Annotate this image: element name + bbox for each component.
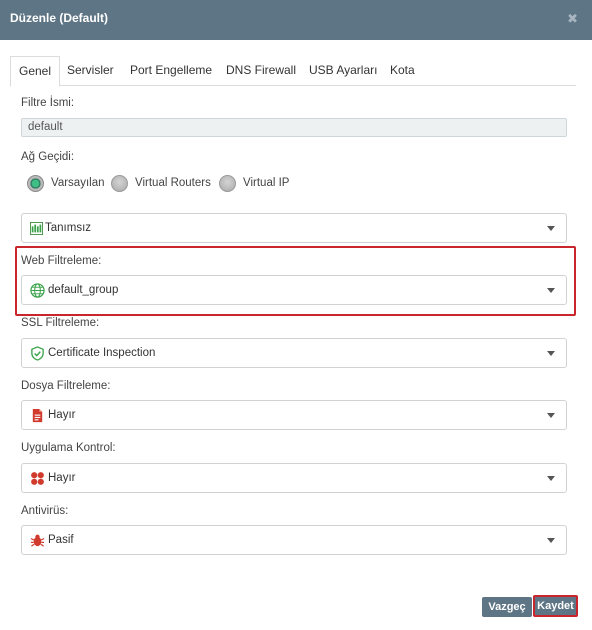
chevron-down-icon	[547, 351, 555, 356]
filter-name-field[interactable]: default	[21, 118, 567, 137]
antivirus-label: Antivirüs:	[21, 505, 69, 517]
ssl-filter-value: Certificate Inspection	[48, 347, 156, 359]
app-control-label: Uygulama Kontrol:	[21, 442, 116, 454]
radio-label: Virtual Routers	[135, 177, 211, 189]
save-button[interactable]: Kaydet	[533, 595, 578, 617]
tab-kota[interactable]: Kota	[382, 56, 423, 86]
shield-check-icon	[31, 346, 44, 361]
tab-usb-ayarlari[interactable]: USB Ayarları	[301, 56, 385, 86]
gateway-select-value: Tanımsız	[45, 222, 92, 234]
gateway-label: Ağ Geçidi:	[21, 151, 75, 163]
chevron-down-icon	[547, 413, 555, 418]
app-control-value: Hayır	[48, 472, 76, 484]
chevron-down-icon	[547, 476, 555, 481]
ssl-filter-label: SSL Filtreleme:	[21, 317, 100, 329]
file-icon	[32, 408, 43, 423]
tab-genel[interactable]: Genel	[10, 56, 61, 87]
close-icon[interactable]: ✖	[567, 11, 578, 27]
file-filter-select[interactable]: Hayır	[21, 400, 567, 430]
radio-label: Varsayılan	[51, 177, 105, 189]
tab-bar: Genel Servisler Port Engelleme DNS Firew…	[10, 56, 576, 87]
ssl-filter-select[interactable]: Certificate Inspection	[21, 338, 567, 368]
bug-icon	[30, 534, 45, 547]
chevron-down-icon	[547, 288, 555, 293]
gateway-select[interactable]: Tanımsız	[21, 213, 567, 243]
file-filter-value: Hayır	[48, 409, 76, 421]
cancel-button[interactable]: Vazgeç	[482, 597, 532, 617]
antivirus-select[interactable]: Pasif	[21, 525, 567, 555]
app-control-select[interactable]: Hayır	[21, 463, 567, 493]
antivirus-value: Pasif	[48, 534, 74, 546]
globe-icon	[30, 283, 45, 298]
tab-port-engelleme[interactable]: Port Engelleme	[122, 56, 220, 86]
tab-servisler[interactable]: Servisler	[59, 56, 122, 86]
radio-checked-icon	[27, 175, 44, 192]
app-grid-icon	[31, 472, 44, 485]
dialog-title: Düzenle (Default)	[10, 11, 109, 25]
radio-label: Virtual IP	[243, 177, 290, 189]
tab-dns-firewall[interactable]: DNS Firewall	[218, 56, 304, 86]
filter-name-label: Filtre İsmi:	[21, 97, 75, 109]
chevron-down-icon	[547, 226, 555, 231]
radio-unchecked-icon	[219, 175, 236, 192]
dialog-titlebar: Düzenle (Default) ✖	[0, 0, 592, 40]
network-icon	[30, 222, 43, 235]
web-filter-value: default_group	[48, 284, 119, 296]
web-filter-select[interactable]: default_group	[21, 275, 567, 305]
web-filter-label: Web Filtreleme:	[21, 255, 102, 267]
radio-unchecked-icon	[111, 175, 128, 192]
chevron-down-icon	[547, 538, 555, 543]
file-filter-label: Dosya Filtreleme:	[21, 380, 111, 392]
